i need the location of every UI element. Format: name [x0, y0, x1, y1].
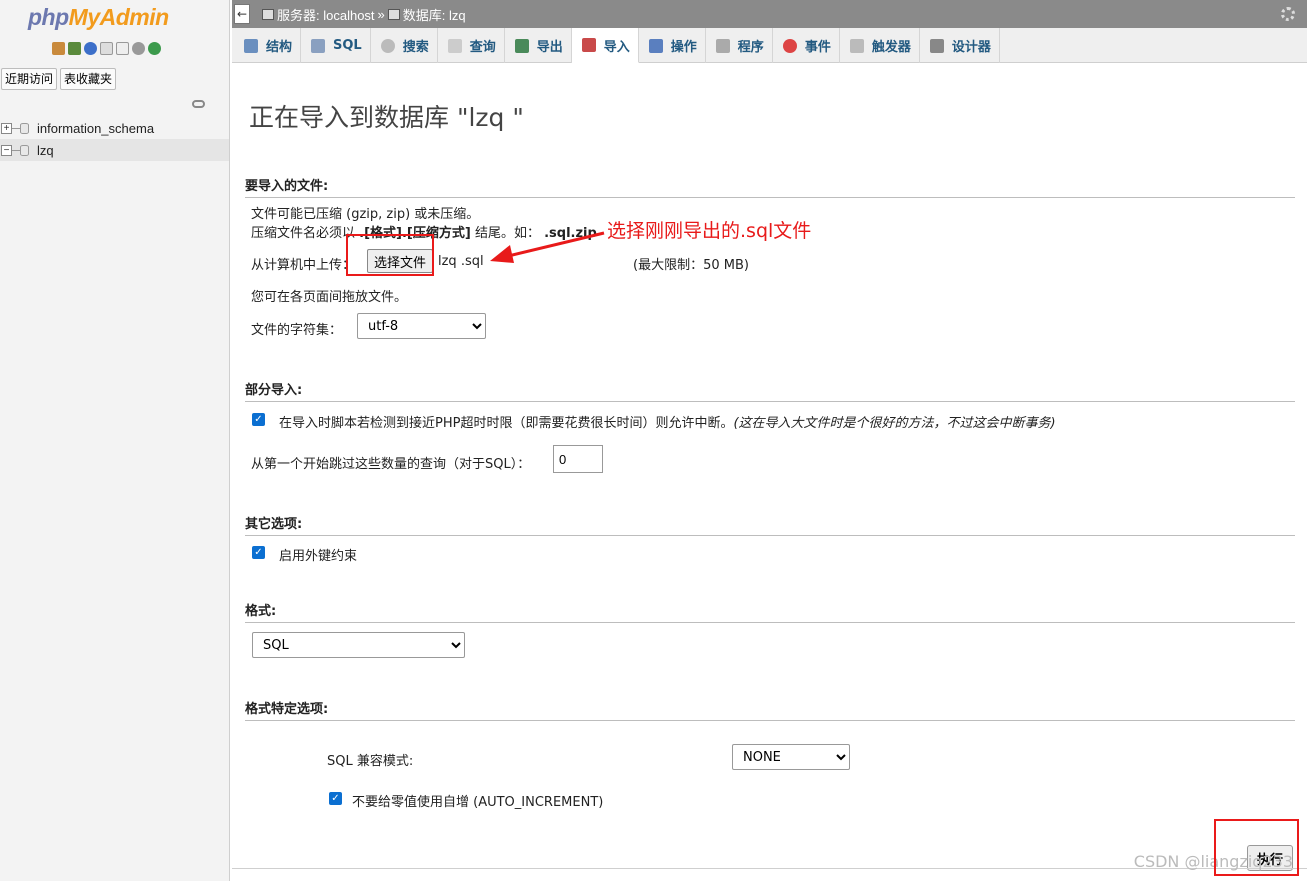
- routines-icon: [715, 38, 730, 53]
- expand-icon[interactable]: +: [1, 122, 12, 134]
- designer-icon: [929, 38, 944, 53]
- recent-button[interactable]: 近期访问: [1, 68, 58, 90]
- structure-icon: [244, 38, 258, 53]
- breadcrumb-separator: »: [377, 6, 385, 22]
- tab-triggers[interactable]: 触发器: [840, 28, 920, 63]
- selected-file-name: lzq .sql: [438, 254, 484, 269]
- sql-icon: [311, 38, 326, 53]
- gear-icon[interactable]: [132, 42, 145, 55]
- tab-bar: 结构 SQL 搜索 查询 导出 导入 操作 程序 事件 触发器 设计器: [232, 28, 1307, 63]
- export-icon: [514, 38, 529, 53]
- annotation-arrow: [490, 231, 605, 263]
- query-icon: [447, 38, 462, 53]
- import-icon: [581, 38, 596, 52]
- drag-note: 您可在各页面间拖放文件。: [251, 290, 408, 305]
- collapse-icon[interactable]: −: [1, 144, 12, 156]
- foreign-key-label: 启用外键约束: [279, 549, 358, 564]
- tab-structure[interactable]: 结构: [234, 28, 302, 63]
- breadcrumb-database[interactable]: 数据库: lzq: [403, 5, 466, 24]
- navigation-sidebar: phpMyAdmin 近期访问 表收藏夹 + information_schem…: [0, 0, 230, 881]
- sql-compat-select[interactable]: NONE: [732, 744, 850, 770]
- breadcrumb-bar: ← 服务器: localhost » 数据库: lzq: [232, 0, 1307, 28]
- database-icon: [20, 122, 29, 134]
- tree-item-lzq[interactable]: − lzq: [0, 139, 229, 161]
- tree-item-label: lzq: [37, 142, 54, 158]
- tree-item-label: information_schema: [37, 120, 155, 136]
- tab-export[interactable]: 导出: [505, 28, 572, 63]
- reload-icon[interactable]: [148, 42, 161, 55]
- annotation-highlight-box-go: [1214, 819, 1299, 876]
- link-icon[interactable]: [192, 100, 205, 108]
- logout-icon[interactable]: [68, 42, 81, 55]
- sql-compat-label: SQL 兼容模式:: [327, 754, 414, 769]
- server-icon: [262, 8, 274, 20]
- settings-icon[interactable]: [1281, 7, 1295, 21]
- phpmyadmin-logo[interactable]: phpMyAdmin: [28, 4, 169, 31]
- tab-operations[interactable]: 操作: [639, 28, 706, 63]
- breadcrumb-server[interactable]: 服务器: localhost: [277, 5, 375, 24]
- format-heading: 格式:: [245, 600, 1295, 623]
- allow-interrupt-checkbox[interactable]: ✓: [252, 413, 265, 426]
- compress-note: 文件可能已压缩 (gzip, zip) 或未压缩。: [251, 207, 480, 222]
- tree-connector: [12, 127, 20, 129]
- triggers-icon: [849, 38, 864, 53]
- tab-events[interactable]: 事件: [773, 28, 840, 63]
- help-icon[interactable]: [84, 42, 97, 55]
- database-icon: [387, 8, 400, 20]
- upload-label: 从计算机中上传：: [251, 258, 356, 273]
- page-title: 正在导入到数据库 "lzq ": [249, 103, 524, 132]
- tree-connector: [12, 149, 20, 151]
- home-icon[interactable]: [52, 42, 65, 55]
- no-auto-increment-checkbox[interactable]: ✓: [329, 792, 342, 805]
- tab-search[interactable]: 搜索: [371, 28, 438, 63]
- charset-label: 文件的字符集：: [251, 323, 343, 338]
- allow-interrupt-label: 在导入时脚本若检测到接近PHP超时时限（即需要花费很长时间）则允许中断。(这在导…: [279, 416, 1056, 431]
- wrench-icon: [648, 38, 663, 53]
- file-section-heading: 要导入的文件:: [245, 175, 1295, 198]
- skip-queries-label: 从第一个开始跳过这些数量的查询（对于SQL）：: [251, 457, 531, 472]
- database-icon: [20, 144, 29, 156]
- partial-section-heading: 部分导入:: [245, 379, 1295, 402]
- sidebar-icon-bar: [52, 42, 161, 55]
- tab-import[interactable]: 导入: [571, 28, 639, 63]
- docs-icon[interactable]: [100, 42, 113, 55]
- max-size-label: (最大限制：50 MB): [633, 258, 749, 273]
- other-options-heading: 其它选项:: [245, 513, 1295, 536]
- skip-queries-input[interactable]: [553, 445, 603, 473]
- clock-icon: [782, 38, 797, 53]
- foreign-key-checkbox[interactable]: ✓: [252, 546, 265, 559]
- no-auto-increment-label: 不要给零值使用自增 (AUTO_INCREMENT): [352, 795, 604, 810]
- tab-designer[interactable]: 设计器: [920, 28, 1000, 63]
- tab-query[interactable]: 查询: [438, 28, 505, 63]
- copy-icon[interactable]: [116, 42, 129, 55]
- breadcrumb: 服务器: localhost » 数据库: lzq: [262, 5, 466, 24]
- main-panel: ← 服务器: localhost » 数据库: lzq 结构 SQL 搜索 查询…: [232, 0, 1307, 881]
- collapse-sidebar-button[interactable]: ←: [234, 4, 250, 24]
- tab-sql[interactable]: SQL: [301, 28, 371, 63]
- charset-select[interactable]: utf-8: [357, 313, 486, 339]
- annotation-label: 选择刚刚导出的.sql文件: [607, 220, 812, 242]
- format-options-heading: 格式特定选项:: [245, 698, 1295, 721]
- tree-item-information-schema[interactable]: + information_schema: [0, 117, 229, 139]
- favorites-button[interactable]: 表收藏夹: [60, 68, 117, 90]
- tab-routines[interactable]: 程序: [706, 28, 773, 63]
- annotation-highlight-box: [346, 234, 434, 276]
- format-select[interactable]: SQL: [252, 632, 465, 658]
- search-icon: [380, 38, 395, 53]
